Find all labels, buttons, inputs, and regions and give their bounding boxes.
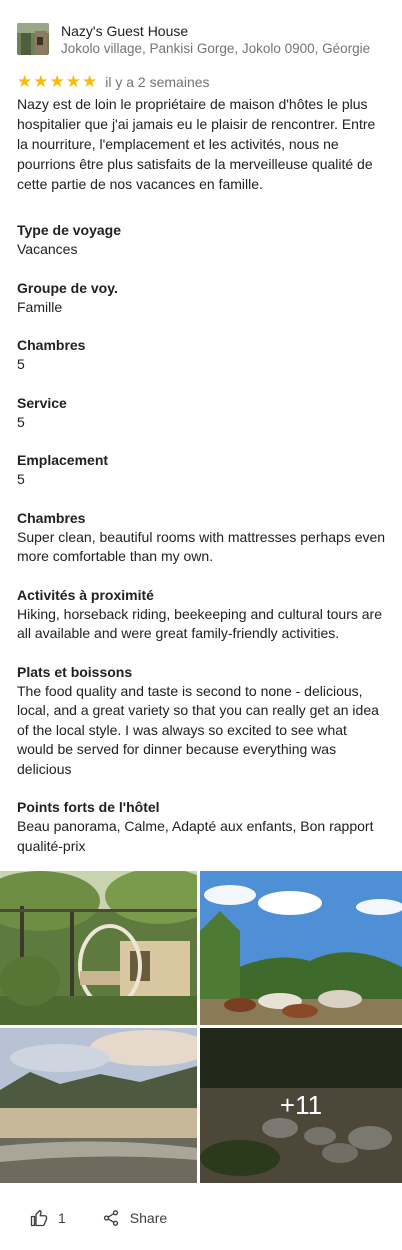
attribute-label: Groupe de voy.: [17, 279, 118, 296]
attribute-label: Chambres: [17, 337, 86, 353]
attribute-service-rating: Service 5: [17, 393, 387, 433]
review-card: Nazy's Guest House Jokolo village, Panki…: [0, 0, 402, 1250]
attribute-food-drinks: Plats et boissons The food quality and t…: [17, 662, 387, 780]
review-photo-horses[interactable]: [200, 871, 402, 1025]
attribute-value: Hiking, horseback riding, beekeeping and…: [17, 605, 382, 642]
attribute-value: 5: [17, 471, 25, 487]
attribute-value: 5: [17, 356, 25, 372]
attribute-rooms-rating: Chambres 5: [17, 335, 387, 375]
attribute-trip-type: Type de voyage Vacances: [17, 220, 387, 260]
place-name[interactable]: Nazy's Guest House: [61, 22, 387, 40]
share-label: Share: [129, 1210, 168, 1226]
star-icon: ★: [65, 72, 81, 92]
attribute-hotel-highlights: Points forts de l'hôtel Beau panorama, C…: [17, 797, 387, 856]
attribute-label: Points forts de l'hôtel: [17, 799, 160, 815]
review-actions: 1 Share: [30, 1205, 167, 1231]
rating-row: ★ ★ ★ ★ ★ il y a 2 semaines: [17, 72, 210, 92]
like-count: 1: [58, 1210, 66, 1226]
star-icon: ★: [82, 72, 98, 92]
attribute-value: The food quality and taste is second to …: [17, 682, 379, 777]
attribute-value: Famille: [17, 298, 63, 315]
like-button[interactable]: 1: [30, 1209, 66, 1227]
attribute-label: Emplacement: [17, 452, 109, 468]
place-address: Jokolo village, Pankisi Gorge, Jokolo 09…: [61, 41, 371, 56]
attribute-value: Vacances: [17, 241, 78, 257]
review-photo-sheep[interactable]: +11: [200, 1028, 402, 1183]
attribute-rooms-comment: Chambres Super clean, beautiful rooms wi…: [17, 508, 387, 567]
review-time: il y a 2 semaines: [105, 74, 210, 90]
place-thumbnail[interactable]: [17, 23, 49, 55]
attribute-label: Service: [17, 394, 67, 411]
attribute-value: Super clean, beautiful rooms with mattre…: [17, 528, 386, 565]
share-icon: [103, 1210, 118, 1226]
attribute-nearby-activities: Activités à proximité Hiking, horseback …: [17, 585, 387, 644]
attribute-label: Plats et boissons: [17, 663, 133, 680]
review-text: Nazy est de loin le propriétaire de mais…: [17, 96, 376, 192]
review-photo-garden[interactable]: [0, 871, 197, 1025]
review-header[interactable]: Nazy's Guest House Jokolo village, Panki…: [17, 22, 387, 58]
attribute-location-rating: Emplacement 5: [17, 450, 387, 490]
attribute-label: Chambres: [17, 509, 86, 526]
thumbs-up-icon: [30, 1209, 48, 1227]
review-photo-valley[interactable]: [0, 1028, 197, 1183]
photo-grid: +11: [0, 871, 402, 1183]
more-photos-count[interactable]: +11: [200, 1028, 402, 1183]
attribute-travel-group: Groupe de voy. Famille: [17, 278, 387, 318]
star-icon: ★: [17, 72, 33, 92]
star-icon: ★: [33, 72, 49, 92]
attribute-value: 5: [17, 413, 25, 430]
review-attributes: Type de voyage Vacances Groupe de voy. F…: [17, 220, 387, 874]
share-button[interactable]: Share: [102, 1209, 167, 1227]
attribute-label: Activités à proximité: [17, 586, 154, 603]
star-rating: ★ ★ ★ ★ ★: [17, 73, 97, 91]
star-icon: ★: [49, 72, 65, 92]
attribute-value: Beau panorama, Calme, Adapté aux enfants…: [17, 818, 374, 854]
attribute-label: Type de voyage: [17, 222, 122, 238]
